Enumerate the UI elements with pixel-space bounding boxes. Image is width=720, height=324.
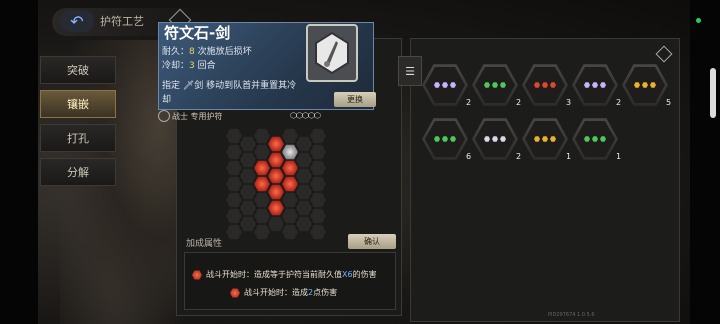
gem-icon	[584, 82, 590, 88]
gem-icon	[600, 136, 606, 142]
slot-count: 3	[566, 98, 572, 107]
menu-inlay[interactable]: 镶嵌	[40, 90, 116, 118]
gem-cluster-icon	[575, 121, 615, 157]
gem-cluster-icon	[575, 67, 615, 103]
slot-count: 6	[466, 152, 472, 161]
slot-count: 1	[566, 152, 572, 161]
device-bezel	[690, 0, 720, 324]
cooldown-line: 冷却：3 回合	[162, 61, 216, 71]
gem-icon	[442, 136, 448, 142]
slot-count: 2	[516, 152, 522, 161]
gem-icon	[484, 136, 490, 142]
gem-icon	[484, 82, 490, 88]
side-handle[interactable]	[710, 68, 716, 118]
menu-punch[interactable]: 打孔	[40, 124, 116, 152]
build-version: PID297674 1.0.5.6	[548, 312, 595, 318]
slot-count: 2	[616, 98, 622, 107]
gem-icon	[500, 82, 506, 88]
gem-icon	[500, 136, 506, 142]
bonus-label: 加成属性	[186, 239, 223, 249]
mini-slots-icon: ⬡⬡⬡⬡⬡	[290, 111, 321, 120]
gem-icon	[634, 82, 640, 88]
confirm-button[interactable]: 确认	[348, 234, 396, 249]
gem-icon	[550, 82, 556, 88]
camera-dot	[696, 18, 701, 23]
gem-icon	[592, 136, 598, 142]
warrior-class-icon	[158, 110, 170, 122]
gem-icon	[542, 82, 548, 88]
slot-count: 2	[466, 98, 472, 107]
gem-icon	[534, 136, 540, 142]
gem-icon	[492, 82, 498, 88]
slot-count: 5	[666, 98, 672, 107]
durability-line: 耐久：8 次施放后损坏	[162, 47, 252, 57]
effect-1: 战斗开始时：造成等于护符当前耐久值X6的伤害	[206, 270, 377, 279]
slot-count: 2	[516, 98, 522, 107]
slot-count: 1	[616, 152, 622, 161]
warrior-label: 战士 专用护符	[172, 112, 223, 121]
gem-cluster-icon	[625, 67, 665, 103]
page-title: 护符工艺	[100, 15, 144, 28]
gem-icon	[650, 82, 656, 88]
game-screen: ↶ 护符工艺 突破 镶嵌 打孔 分解 符文石-剑 耐久：8 次施放后损坏 冷却：…	[0, 0, 720, 324]
gem-cluster-icon	[425, 121, 465, 157]
back-arrow-icon: ↶	[70, 11, 84, 31]
swap-button[interactable]: 更换	[334, 92, 376, 107]
desc-line-1: 指定 🗡剑 移动到队首并重置其冷	[162, 81, 297, 91]
gem-icon	[534, 82, 540, 88]
gem-cluster-icon	[525, 121, 565, 157]
menu-breakthrough[interactable]: 突破	[40, 56, 116, 84]
desc-line-2: 却	[162, 95, 172, 105]
rune-card[interactable]	[306, 24, 358, 82]
gem-icon	[642, 82, 648, 88]
device-bezel	[0, 0, 38, 324]
back-button[interactable]: ↶	[60, 10, 94, 32]
gem-icon	[442, 82, 448, 88]
rune-title: 符文石-剑	[164, 24, 231, 42]
menu-decompose[interactable]: 分解	[40, 158, 116, 186]
rune-sword-icon	[315, 31, 349, 75]
gem-icon	[450, 82, 456, 88]
gem-icon	[542, 136, 548, 142]
gem-cluster-icon	[425, 67, 465, 103]
gem-cluster-icon	[475, 121, 515, 157]
inventory-filter-icon[interactable]: ☰	[398, 56, 422, 86]
gem-cluster-icon	[475, 67, 515, 103]
gem-icon	[600, 82, 606, 88]
gem-cluster-icon	[525, 67, 565, 103]
gem-icon	[592, 82, 598, 88]
bonus-box	[184, 252, 396, 310]
gem-icon	[434, 136, 440, 142]
effect-2: 战斗开始时：造成2点伤害	[244, 288, 338, 297]
gem-icon	[492, 136, 498, 142]
gem-icon	[550, 136, 556, 142]
gem-icon	[584, 136, 590, 142]
gem-icon	[434, 82, 440, 88]
gem-icon	[450, 136, 456, 142]
